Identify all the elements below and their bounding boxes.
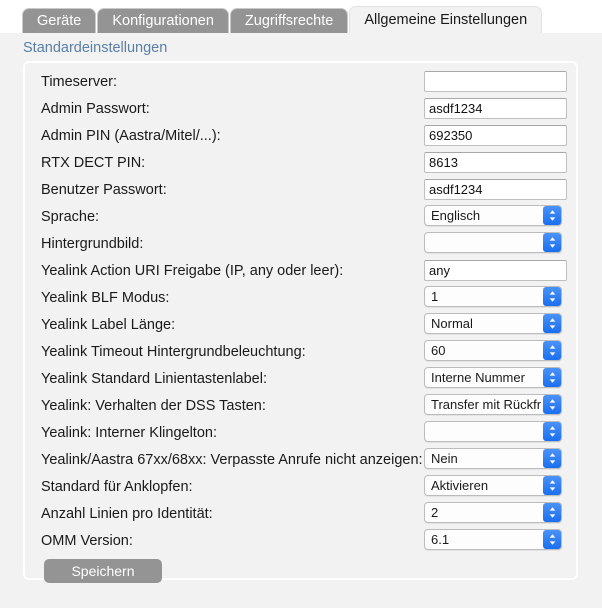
form-row: Admin PIN (Aastra/Mitel/...): xyxy=(25,123,576,150)
tab-label: Zugriffsrechte xyxy=(244,13,334,29)
select-value: Transfer mit Rückfr xyxy=(431,397,542,412)
form-row: Admin Passwort: xyxy=(25,96,576,123)
form-row: Yealink Timeout Hintergrundbeleuchtung: 6… xyxy=(25,339,576,366)
text-input[interactable] xyxy=(424,260,567,281)
select-value: 2 xyxy=(431,505,439,520)
select-dropdown[interactable]: 60 xyxy=(424,340,562,361)
select-value: Normal xyxy=(431,316,473,331)
chevron-updown-icon[interactable] xyxy=(543,395,561,414)
field-label: RTX DECT PIN: xyxy=(41,155,146,171)
field-label: Yealink BLF Modus: xyxy=(41,290,170,306)
text-input[interactable] xyxy=(424,71,567,92)
field-label: Yealink Label Länge: xyxy=(41,317,176,333)
tab-label: Konfigurationen xyxy=(112,13,214,29)
select-value: 1 xyxy=(431,289,439,304)
form-row: Standard für Anklopfen: Aktivieren xyxy=(25,474,576,501)
field-label: Anzahl Linien pro Identität: xyxy=(41,506,213,522)
chevron-updown-icon[interactable] xyxy=(543,341,561,360)
select-dropdown[interactable]: Normal xyxy=(424,313,562,334)
form-row: RTX DECT PIN: xyxy=(25,150,576,177)
chevron-updown-icon[interactable] xyxy=(543,206,561,225)
field-label: Hintergrundbild: xyxy=(41,236,144,252)
chevron-updown-icon[interactable] xyxy=(543,314,561,333)
form-row: Yealink BLF Modus: 1 xyxy=(25,285,576,312)
select-value: Aktivieren xyxy=(431,478,489,493)
text-input[interactable] xyxy=(424,179,567,200)
chevron-updown-icon[interactable] xyxy=(543,422,561,441)
select-dropdown[interactable]: Nein xyxy=(424,448,562,469)
select-dropdown[interactable] xyxy=(424,232,562,253)
chevron-updown-icon[interactable] xyxy=(543,530,561,549)
field-label: Yealink Timeout Hintergrundbeleuchtung: xyxy=(41,344,306,360)
field-label: OMM Version: xyxy=(41,533,133,549)
text-input[interactable] xyxy=(424,152,567,173)
form-row: Sprache: Englisch xyxy=(25,204,576,231)
tab-label: Geräte xyxy=(37,13,82,29)
form-row: Yealink Label Länge: Normal xyxy=(25,312,576,339)
field-label: Admin Passwort: xyxy=(41,101,150,117)
chevron-updown-icon[interactable] xyxy=(543,368,561,387)
tab-geraete[interactable]: Geräte xyxy=(22,8,97,33)
settings-page: Standardeinstellungen Timeserver: Admin P… xyxy=(0,33,602,608)
text-input[interactable] xyxy=(424,98,567,119)
tab-konfigurationen[interactable]: Konfigurationen xyxy=(97,8,229,33)
select-value: Interne Nummer xyxy=(431,370,525,385)
save-button[interactable]: Speichern xyxy=(44,559,162,583)
field-label: Yealink/Aastra 67xx/68xx: Verpasste Anru… xyxy=(41,452,423,468)
chevron-updown-icon[interactable] xyxy=(543,287,561,306)
field-label: Admin PIN (Aastra/Mitel/...): xyxy=(41,128,221,144)
select-dropdown[interactable]: 6.1 xyxy=(424,529,562,550)
form-row: Benutzer Passwort: xyxy=(25,177,576,204)
form-row: Yealink Action URI Freigabe (IP, any ode… xyxy=(25,258,576,285)
form-row: Anzahl Linien pro Identität: 2 xyxy=(25,501,576,528)
field-label: Yealink: Verhalten der DSS Tasten: xyxy=(41,398,266,414)
form-row: Yealink: Interner Klingelton: xyxy=(25,420,576,447)
field-label: Sprache: xyxy=(41,209,100,225)
field-label: Benutzer Passwort: xyxy=(41,182,167,198)
select-value: 6.1 xyxy=(431,532,450,547)
select-value: 60 xyxy=(431,343,446,358)
select-dropdown[interactable]: Interne Nummer xyxy=(424,367,562,388)
field-label: Standard für Anklopfen: xyxy=(41,479,193,495)
select-dropdown[interactable]: Englisch xyxy=(424,205,562,226)
field-label: Timeserver: xyxy=(41,74,117,90)
text-input[interactable] xyxy=(424,125,567,146)
form-row: Hintergrundbild: xyxy=(25,231,576,258)
tab-allgemeine-einstellungen[interactable]: Allgemeine Einstellungen xyxy=(349,6,543,33)
chevron-updown-icon[interactable] xyxy=(543,233,561,252)
select-dropdown[interactable]: Transfer mit Rückfr xyxy=(424,394,562,415)
select-dropdown[interactable] xyxy=(424,421,562,442)
tab-list: Geräte Konfigurationen Zugriffsrechte Al… xyxy=(22,5,543,33)
tab-bar: Geräte Konfigurationen Zugriffsrechte Al… xyxy=(0,0,602,33)
tab-zugriffsrechte[interactable]: Zugriffsrechte xyxy=(229,8,349,33)
settings-form: Timeserver: Admin Passwort: Admin PIN (Aas… xyxy=(25,69,576,555)
chevron-updown-icon[interactable] xyxy=(543,503,561,522)
field-label: Yealink Action URI Freigabe (IP, any ode… xyxy=(41,263,344,279)
field-label: Yealink Standard Linientastenlabel: xyxy=(41,371,267,387)
form-row: Yealink: Verhalten der DSS Tasten: Transf… xyxy=(25,393,576,420)
form-row: Yealink Standard Linientastenlabel: Inter… xyxy=(25,366,576,393)
tab-label: Allgemeine Einstellungen xyxy=(364,12,528,28)
select-value: Englisch xyxy=(431,208,481,223)
settings-panel: Timeserver: Admin Passwort: Admin PIN (Aas… xyxy=(23,61,578,583)
section-title: Standardeinstellungen xyxy=(23,40,168,56)
select-value: Nein xyxy=(431,451,458,466)
form-row: OMM Version: 6.1 xyxy=(25,528,576,555)
chevron-updown-icon[interactable] xyxy=(543,476,561,495)
form-row: Yealink/Aastra 67xx/68xx: Verpasste Anru… xyxy=(25,447,576,474)
select-dropdown[interactable]: 2 xyxy=(424,502,562,523)
select-dropdown[interactable]: 1 xyxy=(424,286,562,307)
field-label: Yealink: Interner Klingelton: xyxy=(41,425,217,441)
form-row: Timeserver: xyxy=(25,69,576,96)
select-dropdown[interactable]: Aktivieren xyxy=(424,475,562,496)
chevron-updown-icon[interactable] xyxy=(543,449,561,468)
